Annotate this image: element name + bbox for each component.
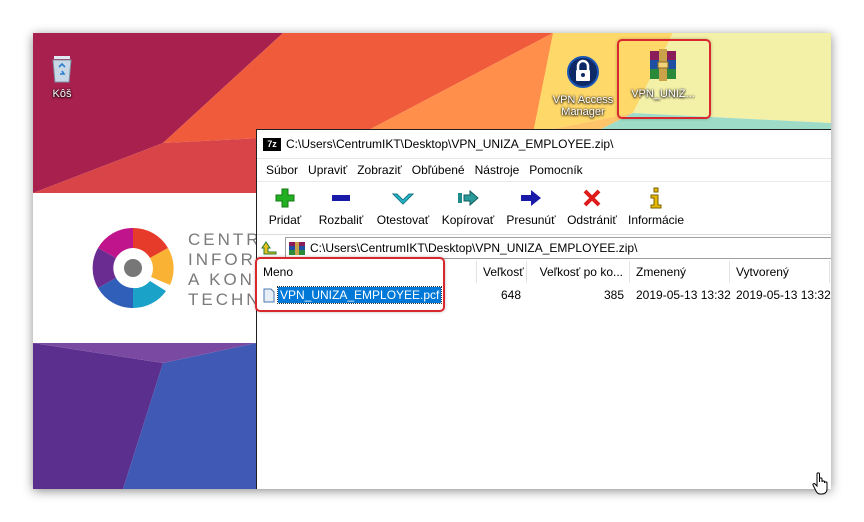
column-header-created[interactable]: Vytvorený [730,261,830,283]
window-titlebar[interactable]: 7z C:\Users\CentrumIKT\Desktop\VPN_UNIZA… [257,130,831,159]
info-button[interactable]: Informácie [625,182,687,227]
delete-button-label: Odstrániť [567,213,617,227]
brand-text: CENTR INFOR A KON TECHN [188,230,262,310]
address-text: C:\Users\CentrumIKT\Desktop\VPN_UNIZA_EM… [310,241,638,255]
column-header-size[interactable]: Veľkosť [477,261,527,283]
desktop-icon-archive[interactable]: VPN_UNIZ... [623,47,703,100]
archive-small-icon [289,241,305,255]
vpn-manager-label: VPN Access Manager [552,94,614,118]
info-button-label: Informácie [627,213,685,227]
column-header-packed[interactable]: Veľkosť po ko... [527,261,630,283]
file-packed-size: 385 [603,288,624,302]
delete-x-icon [583,189,601,207]
archive-label: VPN_UNIZ... [631,88,695,100]
menu-view[interactable]: Zobraziť [357,163,402,177]
brand-line: INFOR [188,250,256,269]
brand-line: TECHN [188,290,262,309]
recycle-bin-icon [52,56,72,83]
menu-edit[interactable]: Upraviť [308,163,347,177]
winrar-archive-icon [650,49,676,81]
test-button-label: Otestovať [376,213,430,227]
file-modified: 2019-05-13 13:32 [636,288,731,302]
file-created: 2019-05-13 13:32 [736,288,831,302]
menu-file[interactable]: Súbor [266,163,298,177]
vpn-lock-icon [567,56,599,88]
file-size: 648 [500,288,521,302]
info-icon [650,187,662,209]
company-logo-icon [92,227,174,309]
menu-help[interactable]: Pomocník [529,163,582,177]
extract-button-label: Rozbaliť [318,213,364,227]
hand-cursor-icon [812,472,828,495]
test-button[interactable]: Otestovať [373,182,433,227]
recycle-bin-label: Kôš [52,88,72,100]
desktop-icon-recycle-bin[interactable]: Kôš [38,53,86,100]
check-icon [392,193,414,205]
copy-arrow-icon [458,189,479,207]
delete-button[interactable]: Odstrániť [563,182,621,227]
desktop-icon-vpn-manager[interactable]: VPN Access Manager [551,55,615,118]
plus-icon [275,188,295,208]
move-button[interactable]: Presunúť [503,182,559,227]
desktop: Kôš VPN Access Manager VPN_UNIZ... CENTR [33,33,831,489]
add-button-label: Pridať [268,213,302,227]
address-field[interactable]: C:\Users\CentrumIKT\Desktop\VPN_UNIZA_EM… [285,237,831,259]
brand-line: CENTR [188,230,262,249]
window-title: C:\Users\CentrumIKT\Desktop\VPN_UNIZA_EM… [286,137,614,151]
menu-favorites[interactable]: Obľúbené [412,163,465,177]
column-header-modified[interactable]: Zmenený [630,261,730,283]
brand-line: A KON [188,270,255,289]
folder-up-icon[interactable] [261,239,279,257]
copy-button-label: Kopírovať [441,213,495,227]
7zip-app-icon: 7z [263,137,281,151]
file-highlight-box [255,257,445,312]
add-button[interactable]: Pridať [261,182,309,227]
move-button-label: Presunúť [506,213,556,227]
copy-button[interactable]: Kopírovať [437,182,499,227]
toolbar: Pridať Rozbaliť Otestovať Kopírovať Pres… [257,182,831,235]
extract-button[interactable]: Rozbaliť [313,182,369,227]
menu-bar: Súbor Upraviť Zobraziť Obľúbené Nástroje… [257,159,831,182]
move-arrow-icon [521,190,541,206]
menu-tools[interactable]: Nástroje [475,163,520,177]
minus-icon [332,195,350,201]
